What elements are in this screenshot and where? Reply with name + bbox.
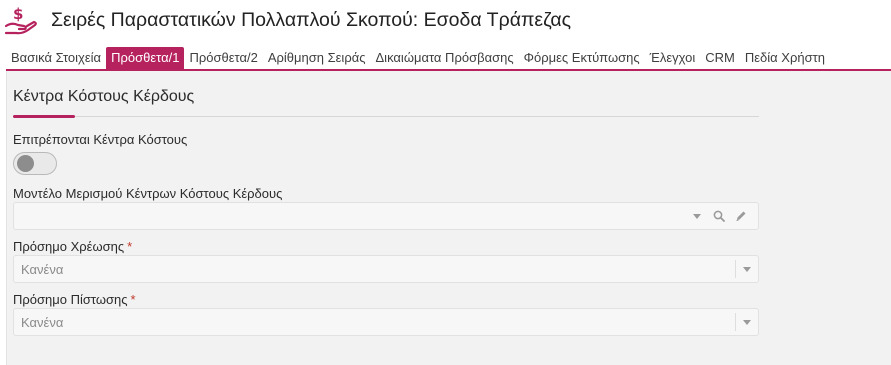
tab-extra-1[interactable]: Πρόσθετα/1 <box>106 47 185 69</box>
allow-cost-centers-label: Επιτρέπονται Κέντρα Κόστους <box>13 132 188 147</box>
money-hand-icon: $ <box>4 4 40 36</box>
allow-cost-centers-toggle[interactable] <box>13 152 57 175</box>
tab-access-rights[interactable]: Δικαιώματα Πρόσβασης <box>371 47 519 69</box>
allocation-model-input[interactable] <box>13 202 759 230</box>
debit-sign-label-text: Πρόσημο Χρέωσης <box>13 239 125 254</box>
allocation-model-actions <box>686 203 758 229</box>
tab-checks[interactable]: Έλεγχοι <box>645 47 701 69</box>
chevron-down-icon[interactable] <box>736 256 758 282</box>
tab-print-forms[interactable]: Φόρμες Εκτύπωσης <box>519 47 645 69</box>
tab-crm[interactable]: CRM <box>700 47 740 69</box>
section-accent-bar <box>13 115 75 118</box>
section-title: Κέντρα Κόστους Κέρδους <box>13 88 195 105</box>
tab-series-numbering[interactable]: Αρίθμηση Σειράς <box>263 47 371 69</box>
credit-sign-label: Πρόσημο Πίστωσης * <box>13 292 136 307</box>
section-divider <box>13 116 759 117</box>
pencil-icon[interactable] <box>730 203 752 229</box>
allocation-model-label: Μοντέλο Μερισμού Κέντρων Κόστους Κέρδους <box>13 186 283 201</box>
credit-sign-actions <box>735 309 758 335</box>
page-title: Σειρές Παραστατικών Πολλαπλού Σκοπού: Εσ… <box>51 9 572 31</box>
required-marker: * <box>130 292 136 307</box>
debit-sign-value: Κανένα <box>21 262 64 277</box>
debit-sign-actions <box>735 256 758 282</box>
chevron-down-icon[interactable] <box>686 203 708 229</box>
tab-basic-info[interactable]: Βασικά Στοιχεία <box>6 47 106 69</box>
required-marker: * <box>127 239 133 254</box>
debit-sign-select[interactable]: Κανένα <box>13 255 759 283</box>
search-icon[interactable] <box>708 203 730 229</box>
credit-sign-select[interactable]: Κανένα <box>13 308 759 336</box>
credit-sign-value: Κανένα <box>21 315 64 330</box>
svg-text:$: $ <box>13 5 23 23</box>
window-header: $ Σειρές Παραστατικών Πολλαπλού Σκοπού: … <box>0 0 891 42</box>
credit-sign-label-text: Πρόσημο Πίστωσης <box>13 292 128 307</box>
form-panel: Κέντρα Κόστους Κέρδους Επιτρέπονται Κέντ… <box>6 71 891 365</box>
debit-sign-label: Πρόσημο Χρέωσης * <box>13 239 132 254</box>
tab-bar: Βασικά Στοιχεία Πρόσθετα/1 Πρόσθετα/2 Αρ… <box>6 47 830 69</box>
tab-extra-2[interactable]: Πρόσθετα/2 <box>184 47 262 69</box>
chevron-down-icon[interactable] <box>736 309 758 335</box>
tab-user-fields[interactable]: Πεδία Χρήστη <box>740 47 830 69</box>
toggle-knob <box>17 155 34 172</box>
